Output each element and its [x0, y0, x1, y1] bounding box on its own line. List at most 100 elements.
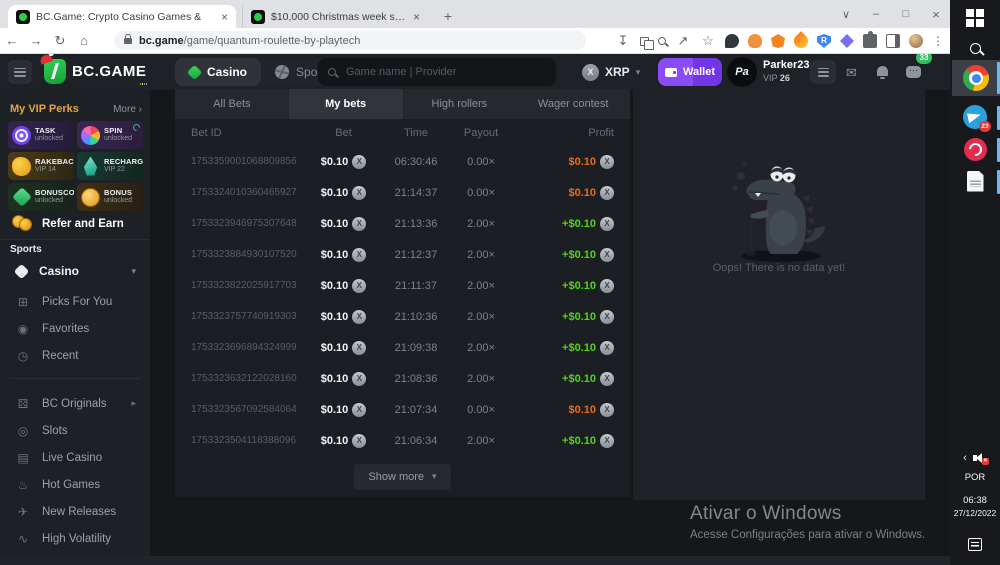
start-button[interactable]: [950, 6, 1000, 30]
language-indicator[interactable]: POR: [950, 470, 1000, 484]
notification-bell-icon[interactable]: [877, 66, 888, 76]
show-more-button[interactable]: Show more ▾: [354, 464, 450, 490]
column-header: Profit: [588, 127, 614, 139]
chrome-icon: [963, 65, 989, 91]
orange-person-extension-icon[interactable]: [748, 34, 762, 48]
sidebar-item-favorites[interactable]: ◉Favorites: [0, 315, 150, 342]
game-search-input[interactable]: [344, 65, 546, 79]
forward-icon[interactable]: →: [24, 33, 48, 48]
browser-profile-avatar[interactable]: [909, 34, 923, 48]
purple-kite-extension-icon[interactable]: [840, 34, 854, 48]
spin-loader-icon: [132, 123, 142, 133]
tab-close-icon[interactable]: ×: [413, 10, 420, 24]
windows-taskbar: 23 ‹ × POR 06:38 27/12/2022: [950, 0, 1000, 565]
sidebar-item-hot-games[interactable]: ♨Hot Games: [0, 471, 150, 498]
taskbar-telegram-button[interactable]: 23: [950, 104, 1000, 130]
browser-tab-christmas[interactable]: $10,000 Christmas week special ×: [242, 5, 428, 28]
sidebar-item-slots[interactable]: ◎Slots: [0, 417, 150, 444]
window-maximize-button[interactable]: □: [898, 8, 914, 20]
reload-icon[interactable]: ↻: [48, 33, 72, 49]
user-info[interactable]: Parker23 VIP 26: [763, 59, 810, 84]
taskbar-search-button[interactable]: [950, 36, 1000, 60]
sidebar-toggle-button[interactable]: [8, 60, 32, 84]
browser-menu-icon[interactable]: ⋮: [932, 34, 942, 48]
tab-search-chevron-icon[interactable]: ∨: [838, 8, 854, 21]
taskbar-red-app-button[interactable]: [950, 136, 1000, 162]
bet-row[interactable]: 1753323884930107520$0.10X21:12:372.00×+$…: [175, 239, 630, 270]
home-icon[interactable]: ⌂: [72, 33, 96, 48]
mail-icon[interactable]: ✉: [846, 65, 857, 81]
sidebar-item-new-releases[interactable]: ✈New Releases: [0, 498, 150, 525]
perk-card-spin[interactable]: SPINunlocked: [77, 121, 143, 149]
perk-card-recharge[interactable]: RECHARGEVIP 22: [77, 152, 143, 180]
sidebar-item-picks-for-you[interactable]: ⊞Picks For You: [0, 288, 150, 315]
window-minimize-button[interactable]: –: [868, 8, 884, 20]
sidebar-item-high-volatility[interactable]: ∿High Volatility: [0, 525, 150, 552]
user-avatar[interactable]: Pa: [727, 57, 757, 87]
bet-row[interactable]: 1753323946975307648$0.10X21:13:362.00×+$…: [175, 208, 630, 239]
sidebar-item-live-casino[interactable]: ▤Live Casino: [0, 444, 150, 471]
dark-bird-extension-icon[interactable]: [725, 34, 739, 48]
sidebar-item-bc-originals[interactable]: ⚄BC Originals▸: [0, 390, 150, 417]
windows-activation-watermark: Ativar o Windows Acesse Configurações pa…: [690, 503, 925, 541]
new-tab-button[interactable]: +: [438, 6, 458, 26]
bet-row[interactable]: 1753323822025917703$0.10X21:11:372.00×+$…: [175, 270, 630, 301]
bcgame-logo[interactable]: BC.GAME: [44, 59, 146, 84]
bets-tab-high-rollers[interactable]: High rollers: [403, 89, 517, 119]
currency-selector[interactable]: X XRP ▾: [582, 58, 640, 86]
window-close-button[interactable]: ×: [928, 7, 944, 22]
bet-payout: 2.00×: [467, 311, 495, 323]
perk-card-bonuscode[interactable]: BONUSCODEunlocked: [8, 183, 74, 211]
taskbar-chrome-button[interactable]: [952, 60, 1000, 96]
wallet-button[interactable]: Wallet: [658, 58, 722, 86]
muted-speaker-icon[interactable]: ×: [973, 452, 987, 464]
browser-tab-bcgame[interactable]: BC.Game: Crypto Casino Games & ×: [8, 5, 236, 28]
translate-icon[interactable]: [640, 37, 649, 46]
perk-card-rakeback[interactable]: RAKEBACKVIP 14: [8, 152, 74, 180]
fire-extension-icon[interactable]: [791, 31, 811, 51]
metamask-icon[interactable]: [771, 34, 785, 48]
vip-more-link[interactable]: More ›: [113, 104, 142, 115]
side-panel-icon[interactable]: [886, 34, 900, 48]
bets-list-button[interactable]: [810, 60, 836, 84]
clock-date[interactable]: 27/12/2022: [950, 507, 1000, 519]
bet-row[interactable]: 1753359001068809856$0.10X06:30:460.00×$0…: [175, 146, 630, 177]
bet-row[interactable]: 1753323504118388096$0.10X21:06:342.00×+$…: [175, 425, 630, 456]
perk-card-task[interactable]: TASKunlocked: [8, 121, 74, 149]
clock-time[interactable]: 06:38: [950, 494, 1000, 506]
bookmark-star-icon[interactable]: ☆: [700, 33, 716, 49]
action-center-button[interactable]: [950, 536, 1000, 552]
bet-time: 21:13:36: [395, 218, 438, 230]
notepad-icon: [967, 171, 984, 192]
vip-perks-title: My VIP Perks: [10, 103, 79, 115]
bet-row[interactable]: 1753324010360465927$0.10X21:14:370.00×$0…: [175, 177, 630, 208]
tab-close-icon[interactable]: ×: [221, 10, 228, 24]
bet-row[interactable]: 1753323632122028160$0.10X21:08:362.00×+$…: [175, 363, 630, 394]
bets-tab-wager-contest[interactable]: Wager contest: [516, 89, 630, 119]
casino-nav-button[interactable]: Casino: [175, 58, 261, 86]
taskbar-notepad-button[interactable]: [950, 168, 1000, 194]
bets-tab-all-bets[interactable]: All Bets: [175, 89, 289, 119]
show-hidden-icons-chevron[interactable]: ‹: [963, 452, 967, 464]
blue-shield-extension-icon[interactable]: R: [817, 34, 831, 48]
system-tray[interactable]: ‹ ×: [950, 450, 1000, 466]
sidebar-item-casino[interactable]: Casino ▾: [0, 258, 150, 284]
xrp-coin-icon: X: [352, 372, 366, 386]
chat-icon[interactable]: [906, 66, 921, 78]
bet-row[interactable]: 1753323696894324999$0.10X21:09:382.00×+$…: [175, 332, 630, 363]
zoom-icon[interactable]: [658, 37, 666, 45]
perk-card-bonus[interactable]: BONUSunlocked: [77, 183, 143, 211]
bet-row[interactable]: 1753323757740919303$0.10X21:10:362.00×+$…: [175, 301, 630, 332]
sidebar-item-recent[interactable]: ◷Recent: [0, 342, 150, 369]
share-icon[interactable]: ↗: [675, 33, 691, 49]
bet-row[interactable]: 1753323567092584064$0.10X21:07:340.00×$0…: [175, 394, 630, 425]
bets-tab-my-bets[interactable]: My bets: [289, 89, 403, 119]
extensions-puzzle-icon[interactable]: [863, 34, 877, 48]
wallet-icon: [665, 68, 677, 77]
back-icon[interactable]: ←: [0, 33, 24, 48]
bet-tabs: All BetsMy betsHigh rollersWager contest: [175, 89, 630, 119]
download-icon[interactable]: ↧: [615, 33, 631, 49]
refer-and-earn[interactable]: Refer and Earn: [0, 208, 150, 240]
game-search[interactable]: [318, 58, 556, 86]
address-bar[interactable]: bc.game/game/quantum-roulette-by-playtec…: [114, 31, 586, 50]
